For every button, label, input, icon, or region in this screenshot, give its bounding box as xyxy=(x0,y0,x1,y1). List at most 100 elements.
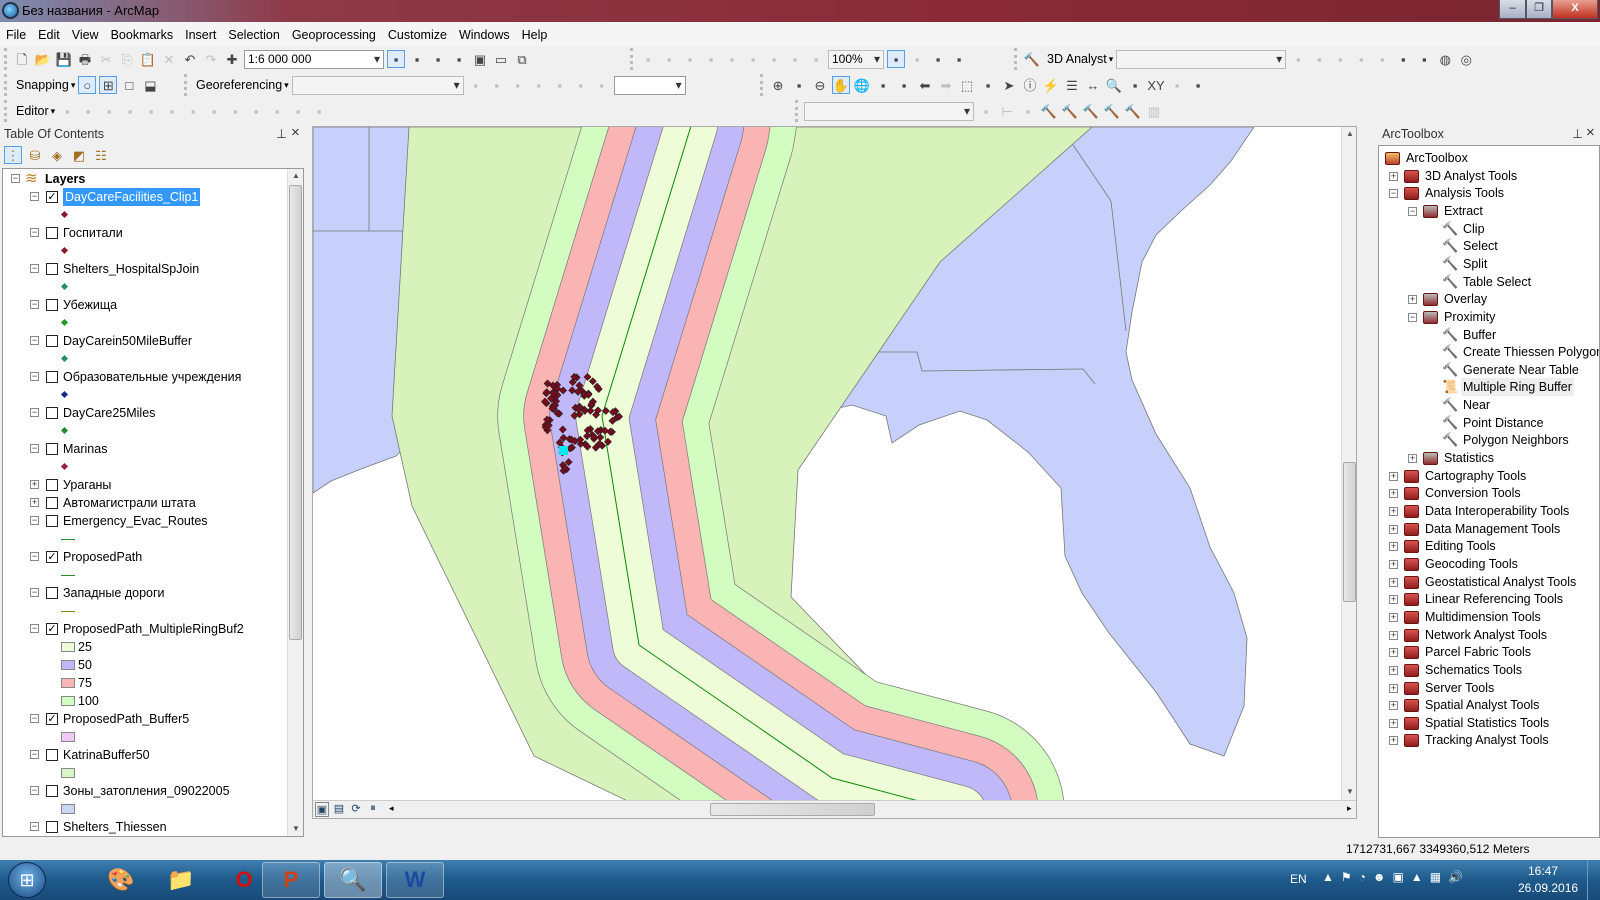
toolbox-item-label[interactable]: Data Interoperability Tools xyxy=(1423,502,1571,520)
toc-layer-row[interactable]: − ✓ ProposedPath xyxy=(3,548,283,566)
collapse-icon[interactable]: − xyxy=(30,516,39,525)
toolbox-item[interactable]: 🔨 Select xyxy=(1379,237,1599,255)
language-indicator[interactable]: EN xyxy=(1290,872,1307,886)
avira-icon[interactable]: ▲ xyxy=(1411,870,1423,884)
fixed-zoom-in-icon[interactable]: ▪ xyxy=(744,50,762,68)
layer-name[interactable]: Убежища xyxy=(63,296,117,314)
menu-file[interactable]: File xyxy=(0,22,32,42)
georef-value-input[interactable] xyxy=(613,75,686,95)
fixed-zoom-out-map-icon[interactable]: ▪ xyxy=(895,76,913,94)
toolbox-item-label[interactable]: Generate Near Table xyxy=(1461,361,1581,379)
taskbar-word-button[interactable]: W xyxy=(386,862,444,898)
toolbox-item[interactable]: + Spatial Statistics Tools xyxy=(1379,714,1599,732)
collapse-icon[interactable]: − xyxy=(30,786,39,795)
scroll-left-icon[interactable]: ◂ xyxy=(389,803,394,814)
back-extent-icon[interactable]: ▪ xyxy=(786,50,804,68)
layer-name[interactable]: ProposedPath_MultipleRingBuf2 xyxy=(63,620,244,638)
toolbox-item-label[interactable]: Analysis Tools xyxy=(1423,184,1506,202)
collapse-icon[interactable]: − xyxy=(30,372,39,381)
toc-layer-row[interactable]: − KatrinaBuffer50 xyxy=(3,746,283,764)
scroll-down-icon[interactable]: ▼ xyxy=(1346,787,1354,796)
menu-windows[interactable]: Windows xyxy=(453,22,516,42)
delete-icon[interactable]: ✕ xyxy=(160,50,178,68)
straight-segment-icon[interactable]: ▪ xyxy=(100,102,118,120)
expand-icon[interactable]: + xyxy=(1389,612,1398,622)
time-slider-icon[interactable]: ▪ xyxy=(1168,76,1186,94)
hammer-4-icon[interactable]: 🔨 xyxy=(1103,102,1121,120)
measure-icon[interactable]: ↔ xyxy=(1084,76,1102,94)
collapse-icon[interactable]: − xyxy=(30,714,39,723)
expand-icon[interactable]: + xyxy=(1389,595,1398,605)
taskbar-explorer-button[interactable]: 📁 xyxy=(152,862,210,898)
point-snapping-icon[interactable]: ○ xyxy=(78,76,97,94)
toc-layer-row[interactable]: − ✓ DayCareFacilities_Clip1 xyxy=(3,188,283,206)
go-forward-icon[interactable]: ➡ xyxy=(937,76,955,94)
scroll-right-icon[interactable]: ▸ xyxy=(1347,803,1352,814)
layer-visibility-checkbox[interactable]: ✓ xyxy=(46,551,58,563)
pin-icon[interactable]: ⊥ xyxy=(1572,126,1583,141)
interpolate-point-icon[interactable]: ▪ xyxy=(1394,50,1412,68)
save-icon[interactable]: 💾 xyxy=(55,50,73,68)
toolbox-item[interactable]: +3D Analyst Tools xyxy=(1379,167,1599,185)
list-by-drawing-order-tab[interactable]: ⋮ xyxy=(4,146,22,164)
layer-name[interactable]: Зоны_затопления_09022005 xyxy=(63,782,230,800)
new-document-icon[interactable]: 🗋 xyxy=(13,50,31,68)
collapse-icon[interactable]: − xyxy=(1389,189,1398,199)
profile-graph-icon[interactable]: ▪ xyxy=(1352,50,1370,68)
edit-tool-icon[interactable]: ▪ xyxy=(58,102,76,120)
reshape-icon[interactable]: ▪ xyxy=(205,102,223,120)
toolbox-item-label[interactable]: Near xyxy=(1461,396,1492,414)
close-button[interactable]: X xyxy=(1552,0,1598,19)
layer-visibility-checkbox[interactable] xyxy=(46,443,58,455)
change-layout-icon[interactable]: ▪ xyxy=(929,50,947,68)
toolbox-item-label[interactable]: Geocoding Tools xyxy=(1423,555,1520,573)
pin-icon[interactable]: ⊥ xyxy=(276,126,287,141)
toolbox-item-label[interactable]: Network Analyst Tools xyxy=(1423,626,1549,644)
taskbar-powerpoint-button[interactable]: P xyxy=(262,862,320,898)
layer-visibility-checkbox[interactable] xyxy=(46,821,58,833)
start-button[interactable]: ⊞ xyxy=(8,862,46,898)
histogram-icon[interactable]: ▥ xyxy=(1145,102,1163,120)
toolbox-item-label[interactable]: Server Tools xyxy=(1423,679,1496,697)
toc-layer-row[interactable]: − Зоны_затопления_09022005 xyxy=(3,782,283,800)
collapse-icon[interactable]: − xyxy=(11,174,20,183)
toolbox-item[interactable]: + Server Tools xyxy=(1379,679,1599,697)
layer-name[interactable]: ProposedPath_Buffer5 xyxy=(63,710,189,728)
dropdown-arrow-icon[interactable]: ▾ xyxy=(51,106,56,117)
toc-layer-row[interactable]: − Emergency_Evac_Routes xyxy=(3,512,283,530)
vertex-snapping-icon[interactable]: □ xyxy=(120,76,138,94)
toolbox-item[interactable]: + Conversion Tools xyxy=(1379,484,1599,502)
toolbox-item-label[interactable]: Extract xyxy=(1442,202,1485,220)
layer-name[interactable]: Западные дороги xyxy=(63,584,165,602)
identify-icon[interactable]: ⓘ xyxy=(1021,76,1039,94)
toc-layer-row[interactable]: − ✓ ProposedPath_Buffer5 xyxy=(3,710,283,728)
find-route-icon[interactable]: ▪ xyxy=(1126,76,1144,94)
arcglobe-icon[interactable]: ◎ xyxy=(1457,50,1475,68)
redo-icon[interactable]: ↷ xyxy=(202,50,220,68)
fixed-zoom-out-icon[interactable]: ▪ xyxy=(765,50,783,68)
toc-layer-row[interactable]: − Убежища xyxy=(3,296,283,314)
expand-icon[interactable]: + xyxy=(1389,701,1398,711)
hammer-5-icon[interactable]: 🔨 xyxy=(1124,102,1142,120)
zoom-100-icon[interactable]: ▪ xyxy=(723,50,741,68)
python-icon[interactable]: ▭ xyxy=(492,50,510,68)
toolbox-item[interactable]: ArcToolbox xyxy=(1379,149,1599,167)
end-point-arc-icon[interactable]: ▪ xyxy=(121,102,139,120)
menu-view[interactable]: View xyxy=(66,22,105,42)
3d-analyst-menu[interactable]: 3D Analyst xyxy=(1044,52,1110,66)
menu-bookmarks[interactable]: Bookmarks xyxy=(105,22,180,42)
layer-name[interactable]: Госпитали xyxy=(63,224,123,242)
menu-edit[interactable]: Edit xyxy=(32,22,66,42)
toolbox-item-label[interactable]: Buffer xyxy=(1461,326,1498,344)
toolbox-item-label[interactable]: Polygon Neighbors xyxy=(1461,431,1571,449)
list-by-visibility-tab[interactable]: ◈ xyxy=(48,146,66,164)
go-back-icon[interactable]: ⬅ xyxy=(916,76,934,94)
close-icon[interactable]: × xyxy=(291,124,300,141)
layer-visibility-checkbox[interactable]: ✓ xyxy=(46,713,58,725)
map-view[interactable]: ▲ ▼ ▣ ▤ ⟳ ⏸ ◂ ▸ xyxy=(312,126,1357,819)
toolbox-item-label[interactable]: Cartography Tools xyxy=(1423,467,1528,485)
toolbox-item[interactable]: + Geostatistical Analyst Tools xyxy=(1379,573,1599,591)
expand-icon[interactable]: + xyxy=(1389,471,1398,481)
edge-snapping-icon[interactable]: ⬓ xyxy=(141,76,159,94)
expand-icon[interactable]: + xyxy=(1389,171,1398,181)
